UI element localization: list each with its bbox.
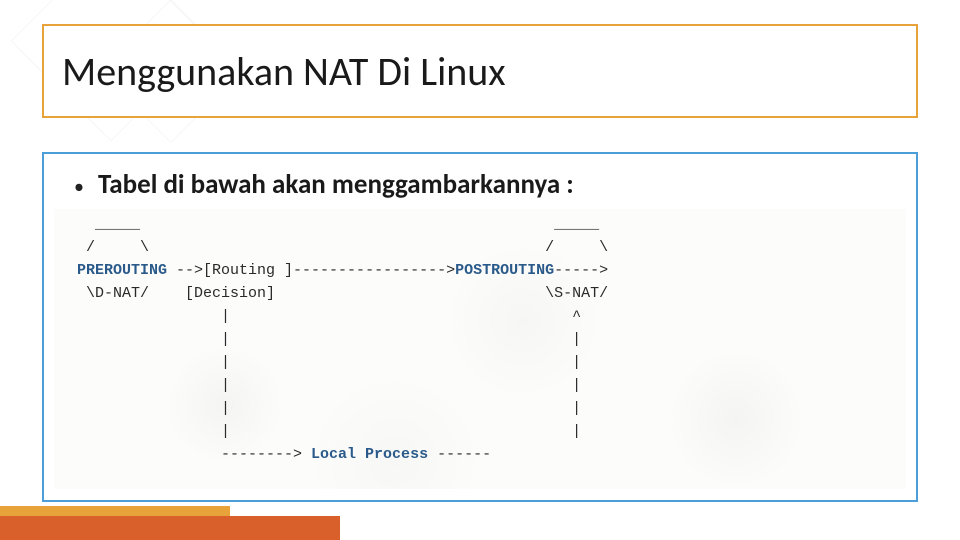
prerouting-label: PREROUTING (77, 262, 167, 279)
ascii-diagram: _____ _____ / \ / \ PREROUTING -->[Routi… (54, 209, 906, 466)
accent-bar-lower (0, 516, 340, 540)
slide: Menggunakan NAT Di Linux • Tabel di bawa… (0, 0, 960, 540)
bullet-row: • Tabel di bawah akan menggambarkannya : (64, 168, 896, 201)
title-container: Menggunakan NAT Di Linux (42, 24, 918, 118)
slide-title: Menggunakan NAT Di Linux (62, 47, 506, 96)
accent-bar-upper (0, 506, 230, 516)
postrouting-label: POSTROUTING (455, 262, 554, 279)
bullet-text: Tabel di bawah akan menggambarkannya : (98, 168, 574, 201)
bullet-icon: • (74, 177, 84, 197)
ascii-diagram-container: _____ _____ / \ / \ PREROUTING -->[Routi… (54, 209, 906, 489)
content-container: • Tabel di bawah akan menggambarkannya :… (42, 152, 918, 502)
local-process-label: Local Process (311, 446, 428, 463)
